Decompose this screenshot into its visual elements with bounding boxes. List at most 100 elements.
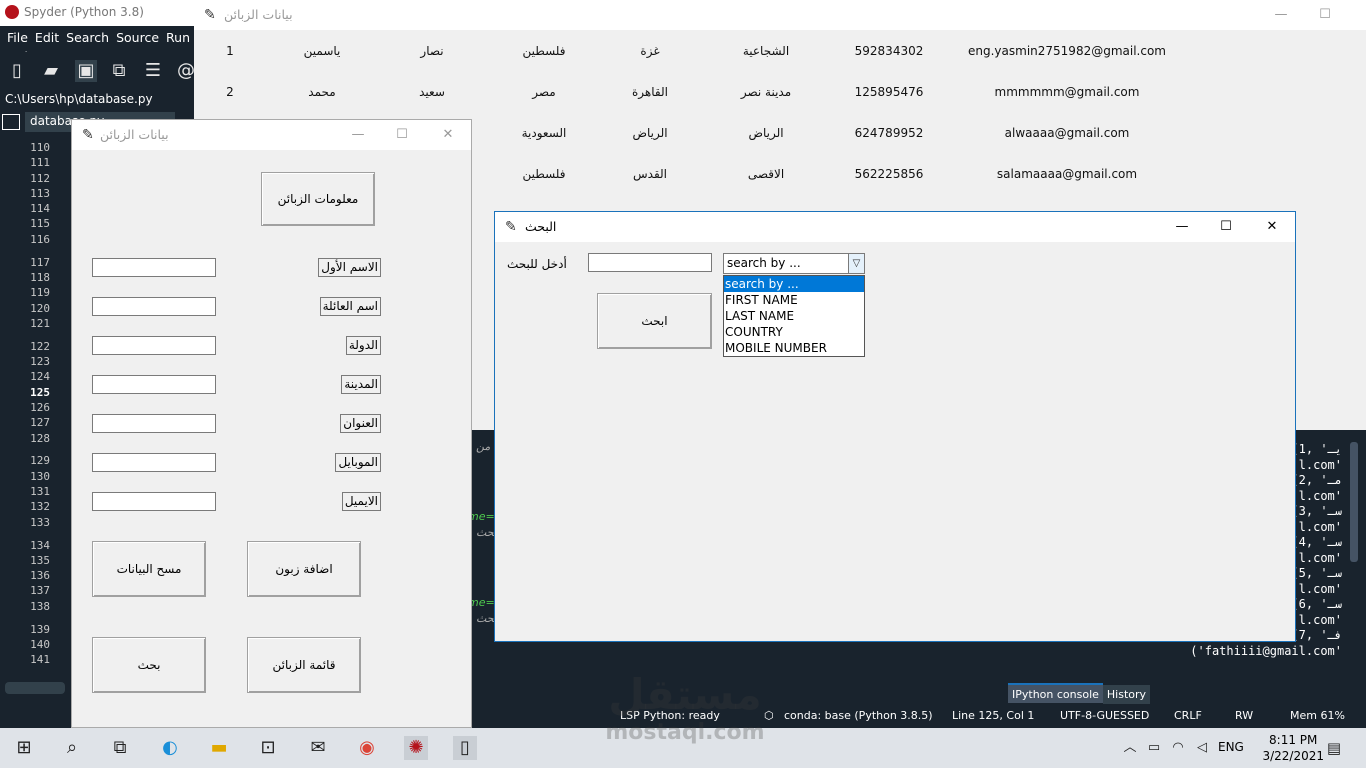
notifications-icon[interactable]: ▤ — [1322, 736, 1346, 760]
editor-hscrollbar[interactable] — [5, 682, 65, 694]
line-number: 122 — [30, 339, 50, 353]
tk-feather-icon: ✎ — [204, 7, 216, 23]
clock[interactable]: 8:11 PM 3/22/2021 — [1262, 732, 1324, 764]
line-number: 132 — [30, 500, 50, 514]
open-folder-icon[interactable]: ▰ — [40, 60, 62, 82]
minimize-icon[interactable]: — — [1169, 216, 1195, 238]
tab-history[interactable]: History — [1102, 685, 1151, 705]
close-icon[interactable]: ✕ — [1259, 216, 1285, 238]
line-number: 128 — [30, 431, 50, 445]
volume-icon[interactable]: ◁ — [1190, 736, 1214, 760]
dropdown-option[interactable]: MOBILE NUMBER — [724, 340, 864, 356]
chrome-icon[interactable]: ◉ — [355, 736, 379, 760]
dropdown-option[interactable]: FIRST NAME — [724, 292, 864, 308]
new-file-icon[interactable]: ▯ — [6, 60, 28, 82]
console-line: ('fathiiii@gmail.com' — [1190, 643, 1342, 658]
dropdown-option[interactable]: search by ... — [724, 276, 864, 292]
code-text: من — [476, 440, 491, 453]
search-by-combobox[interactable]: search by ... ▽ — [723, 253, 865, 274]
tk-feather-icon: ✎ — [505, 219, 517, 235]
store-icon[interactable]: ⊡ — [256, 736, 280, 760]
form-titlebar: ✎ بيانات الزبائن — ☐ ✕ — [72, 120, 471, 150]
mail-icon[interactable]: ✉ — [306, 736, 330, 760]
menu-file[interactable]: File — [0, 26, 28, 45]
menu-run[interactable]: Run — [159, 26, 190, 45]
close-icon[interactable]: ✕ — [435, 124, 461, 146]
dropdown-option[interactable]: LAST NAME — [724, 308, 864, 324]
line-number: 124 — [30, 370, 50, 384]
maximize-icon[interactable]: ☐ — [389, 124, 415, 146]
line-number: 130 — [30, 469, 50, 483]
edge-icon[interactable]: ◐ — [158, 736, 182, 760]
add-customer-button[interactable]: اضافة زبون — [247, 541, 361, 597]
list-icon[interactable]: ☰ — [142, 60, 164, 82]
table-cell: نصار — [420, 44, 444, 58]
form-label: الاسم الأول — [318, 258, 381, 277]
battery-icon[interactable]: ▭ — [1142, 736, 1166, 760]
form-entry[interactable] — [92, 375, 216, 394]
form-entry[interactable] — [92, 297, 216, 316]
language-indicator[interactable]: ENG — [1218, 740, 1244, 754]
table-cell: القاهرة — [632, 85, 668, 99]
form-label: العنوان — [340, 414, 381, 433]
form-entry[interactable] — [92, 258, 216, 277]
line-number: 114 — [30, 202, 50, 216]
search-input[interactable] — [588, 253, 712, 272]
table-cell: eng.yasmin2751982@gmail.com — [968, 44, 1166, 58]
table-cell: salamaaaa@gmail.com — [996, 167, 1138, 181]
line-number: 135 — [30, 553, 50, 567]
search-window-title: البحث — [525, 219, 557, 234]
customer-info-button[interactable]: معلومات الزبائن — [261, 172, 375, 226]
status-eol: CRLF — [1174, 709, 1202, 722]
clear-data-button[interactable]: مسح البيانات — [92, 541, 206, 597]
task-view-icon[interactable]: ⧉ — [108, 736, 132, 760]
chevron-down-icon[interactable]: ▽ — [848, 254, 864, 273]
dropdown-option[interactable]: COUNTRY — [724, 324, 864, 340]
table-cell: 624789952 — [854, 126, 924, 140]
menu-source[interactable]: Source — [109, 26, 159, 45]
table-row: 1 ياسمين نصار فلسطين غزة الشجاعية 592834302 eng… — [194, 44, 1366, 64]
browse-tabs-icon[interactable] — [2, 114, 20, 130]
line-number: 121 — [30, 316, 50, 330]
console-scrollbar[interactable] — [1349, 432, 1359, 672]
maximize-icon[interactable]: ☐ — [1213, 216, 1239, 238]
console-scroll-thumb[interactable] — [1350, 442, 1358, 562]
status-mode: RW — [1235, 709, 1254, 722]
save-all-icon[interactable]: ⧉ — [108, 60, 130, 82]
console-tabs: IPython console History — [1008, 683, 1151, 705]
search-by-dropdown: search by ... FIRST NAME LAST NAME COUNTRY M… — [723, 275, 865, 357]
do-search-button[interactable]: ابحث — [597, 293, 712, 349]
menu-edit[interactable]: Edit — [28, 26, 59, 45]
table-cell: فلسطين — [522, 167, 566, 181]
search-button[interactable]: بحث — [92, 637, 206, 693]
menu-search[interactable]: Search — [59, 26, 109, 45]
chevron-up-icon[interactable]: ︿ — [1118, 736, 1142, 760]
line-number: 117 — [30, 255, 50, 269]
save-icon[interactable]: ▣ — [75, 60, 97, 82]
document-icon[interactable]: ▯ — [453, 736, 477, 760]
maximize-icon[interactable]: ☐ — [1312, 4, 1338, 26]
form-entry[interactable] — [92, 453, 216, 472]
line-number: 115 — [30, 217, 50, 231]
file-explorer-icon[interactable]: ▬ — [207, 736, 231, 760]
minimize-icon[interactable]: — — [1268, 4, 1294, 26]
line-number: 125 — [30, 385, 50, 399]
line-number: 139 — [30, 622, 50, 636]
form-entry[interactable] — [92, 492, 216, 511]
windows-start-icon[interactable]: ⊞ — [12, 736, 36, 760]
line-number: 129 — [30, 454, 50, 468]
line-number: 120 — [30, 301, 50, 315]
form-entry[interactable] — [92, 336, 216, 355]
file-path: C:\Users\hp\database.py — [0, 91, 195, 109]
minimize-icon[interactable]: — — [345, 124, 371, 146]
table-cell: فلسطين — [522, 44, 566, 58]
tab-ipython-console[interactable]: IPython console — [1008, 683, 1103, 703]
customer-list-button[interactable]: قائمة الزبائن — [247, 637, 361, 693]
form-entry[interactable] — [92, 414, 216, 433]
wifi-icon[interactable]: ◠ — [1166, 736, 1190, 760]
line-number: 126 — [30, 400, 50, 414]
status-position: Line 125, Col 1 — [952, 709, 1035, 722]
spyder-taskbar-icon[interactable]: ✺ — [404, 736, 428, 760]
line-number: 112 — [30, 171, 50, 185]
search-icon[interactable]: ⌕ — [60, 736, 84, 760]
